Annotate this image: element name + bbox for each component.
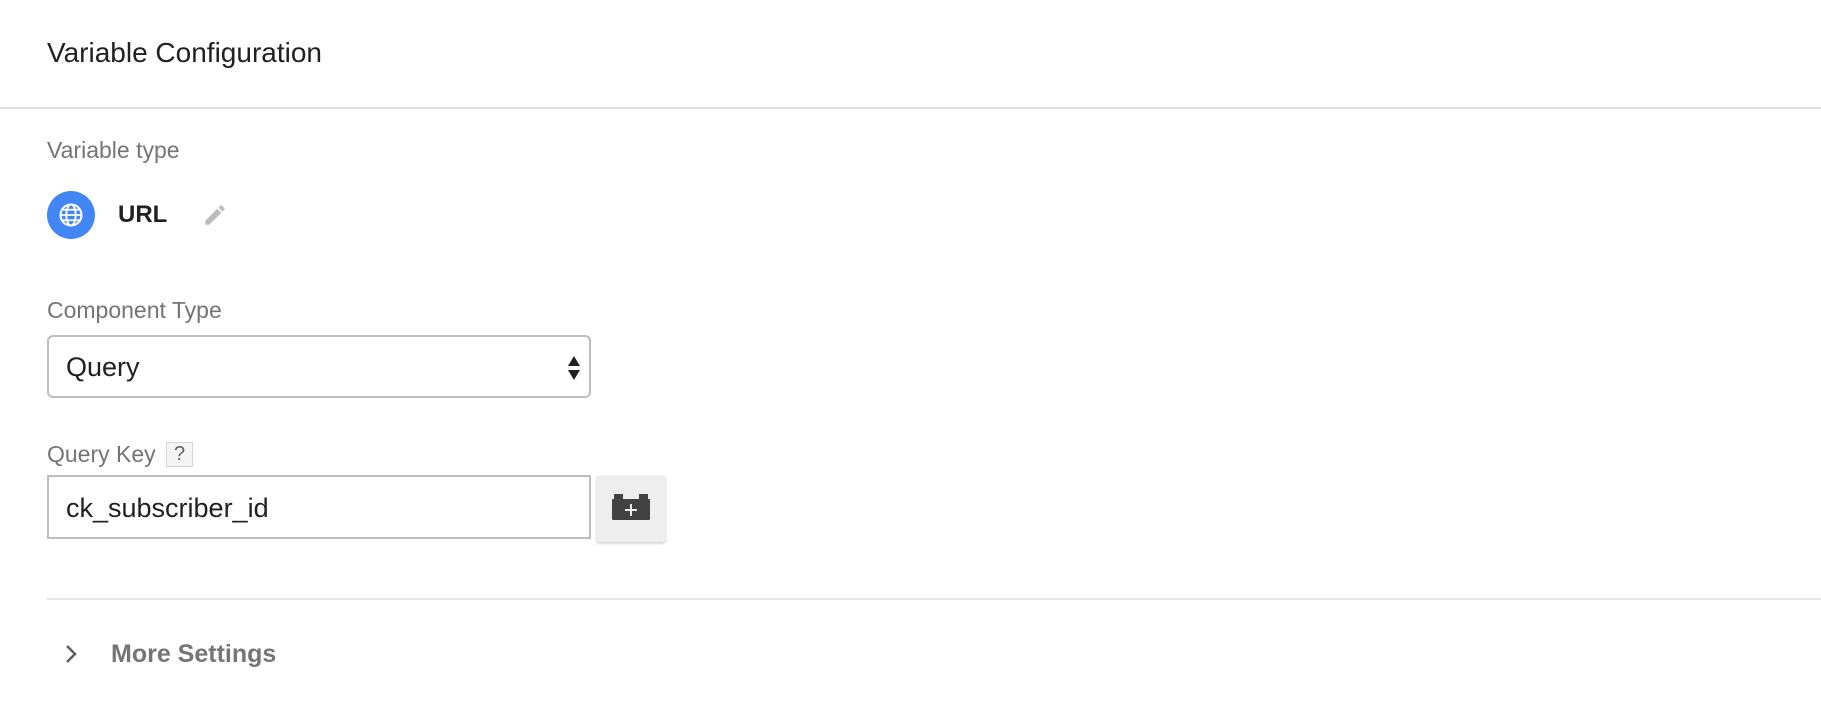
query-key-label: Query Key xyxy=(47,441,156,467)
component-type-label: Component Type xyxy=(47,297,222,323)
query-key-input[interactable]: ck_subscriber_id xyxy=(47,475,591,539)
globe-icon xyxy=(47,191,95,239)
variable-configuration-panel: Variable Configuration Variable type URL… xyxy=(0,0,1821,709)
chevron-right-icon xyxy=(56,639,86,669)
more-settings-toggle[interactable]: More Settings xyxy=(47,630,347,678)
more-settings-label: More Settings xyxy=(111,639,277,668)
panel-header: Variable Configuration xyxy=(0,0,1821,109)
component-type-select[interactable]: Query xyxy=(47,335,591,398)
add-variable-button[interactable] xyxy=(597,476,665,542)
select-arrows-icon xyxy=(567,354,581,382)
variable-type-row: URL xyxy=(47,191,229,239)
panel-title: Variable Configuration xyxy=(47,37,322,68)
help-icon[interactable]: ? xyxy=(166,442,193,467)
component-type-value: Query xyxy=(66,352,140,382)
variable-type-label: Variable type xyxy=(47,137,180,163)
query-key-value: ck_subscriber_id xyxy=(66,493,269,523)
variable-type-name: URL xyxy=(118,201,168,228)
add-variable-icon xyxy=(611,493,651,526)
section-divider xyxy=(47,598,1821,600)
pencil-icon[interactable] xyxy=(201,201,229,229)
